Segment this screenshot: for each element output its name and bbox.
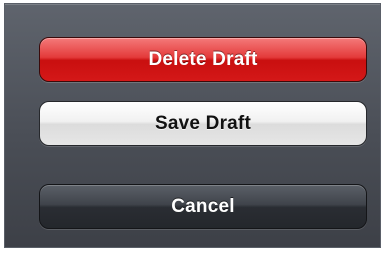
delete-draft-button[interactable]: Delete Draft [39,37,367,82]
save-draft-button[interactable]: Save Draft [39,101,367,146]
action-sheet: Delete Draft Save Draft Cancel [4,3,381,248]
cancel-button[interactable]: Cancel [39,184,367,229]
